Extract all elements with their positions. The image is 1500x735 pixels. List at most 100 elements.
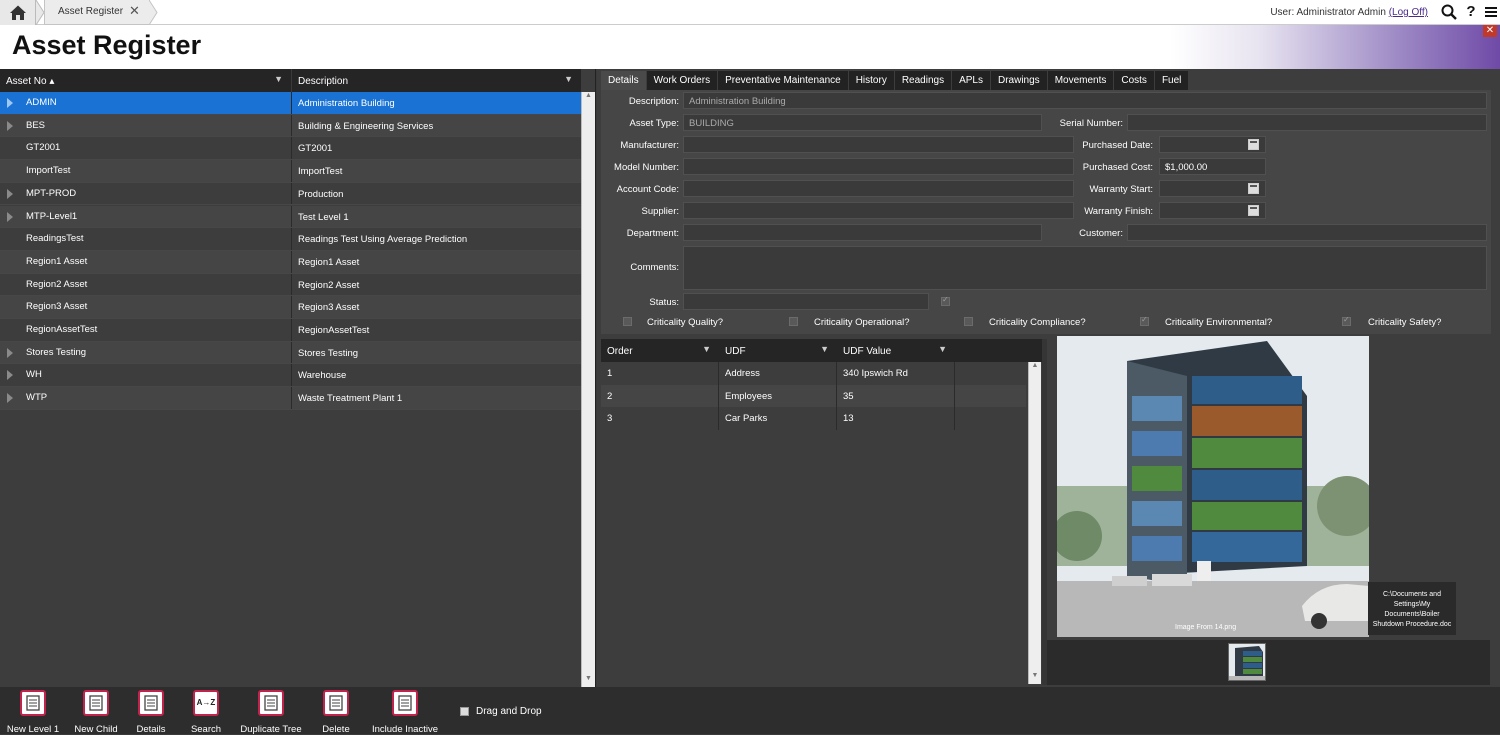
tab-history[interactable]: History xyxy=(848,71,894,90)
criticality-checkbox[interactable] xyxy=(964,317,973,326)
image-thumbnail[interactable] xyxy=(1228,643,1266,681)
delete-icon xyxy=(323,690,349,716)
tree-row[interactable]: RegionAssetTest RegionAssetTest xyxy=(0,319,581,342)
status-checkbox[interactable] xyxy=(941,295,950,306)
breadcrumb-tab[interactable]: Asset Register ✕ xyxy=(44,0,150,25)
criticality-checkbox[interactable] xyxy=(1342,315,1351,326)
tree-row[interactable]: ImportTest ImportTest xyxy=(0,160,581,183)
model-number-field[interactable] xyxy=(683,158,1074,175)
udf-row[interactable]: 3 Car Parks 13 xyxy=(601,407,1026,431)
scroll-down-icon[interactable]: ▼ xyxy=(1029,672,1041,684)
status-label: Status: xyxy=(649,297,679,308)
expand-icon[interactable] xyxy=(7,370,13,381)
tree-row[interactable]: ReadingsTest Readings Test Using Average … xyxy=(0,228,581,251)
tab-drawings[interactable]: Drawings xyxy=(991,71,1047,90)
calendar-icon[interactable] xyxy=(1248,183,1259,194)
asset-description: Building & Engineering Services xyxy=(291,114,581,137)
close-page-icon[interactable]: ✕ xyxy=(1483,25,1497,37)
serial-number-field[interactable] xyxy=(1127,114,1487,131)
expand-icon[interactable] xyxy=(7,98,13,108)
calendar-icon[interactable] xyxy=(1248,205,1259,216)
department-field[interactable] xyxy=(683,224,1042,241)
asset-description: Warehouse xyxy=(291,364,581,387)
scroll-down-icon[interactable]: ▼ xyxy=(582,675,595,687)
tree-row[interactable]: GT2001 GT2001 xyxy=(0,137,581,161)
tree-row[interactable]: Stores Testing Stores Testing xyxy=(0,341,581,365)
tab-costs[interactable]: Costs xyxy=(1114,71,1154,90)
tree-row[interactable]: ADMIN Administration Building xyxy=(0,92,581,115)
expand-icon[interactable] xyxy=(7,188,13,199)
tree-row[interactable]: Region1 Asset Region1 Asset xyxy=(0,250,581,274)
udf-scrollbar[interactable]: ▲ ▼ xyxy=(1028,362,1041,684)
comments-textarea[interactable] xyxy=(683,246,1487,290)
drag-drop-checkbox[interactable] xyxy=(460,707,469,716)
chevron-down-icon[interactable]: ▼ xyxy=(938,344,947,354)
tab-fuel[interactable]: Fuel xyxy=(1154,71,1189,90)
new-level-icon xyxy=(20,690,46,716)
delete-button[interactable]: Delete xyxy=(296,690,376,735)
close-tab-icon[interactable]: ✕ xyxy=(129,3,140,19)
manufacturer-field[interactable] xyxy=(683,136,1074,153)
asset-type-field[interactable]: BUILDING xyxy=(683,114,1042,131)
supplier-field[interactable] xyxy=(683,202,1074,219)
expand-icon[interactable] xyxy=(7,120,13,131)
warranty-finish-field[interactable] xyxy=(1159,202,1266,219)
menu-icon[interactable] xyxy=(1482,3,1500,21)
tree-row[interactable]: Region2 Asset Region2 Asset xyxy=(0,273,581,297)
help-icon[interactable]: ? xyxy=(1462,3,1480,21)
button-label: Delete xyxy=(322,724,350,735)
scroll-up-icon[interactable]: ▲ xyxy=(582,92,595,104)
calendar-icon[interactable] xyxy=(1248,139,1259,150)
sort-search-icon: A→Z xyxy=(193,690,219,716)
asset-description: Readings Test Using Average Prediction xyxy=(291,228,581,250)
logoff-link[interactable]: (Log Off) xyxy=(1389,7,1428,18)
scroll-up-icon[interactable]: ▲ xyxy=(1029,362,1041,374)
asset-no: MTP-Level1 xyxy=(26,210,78,222)
warranty-start-field[interactable] xyxy=(1159,180,1266,197)
column-header-description[interactable]: Description ▼ xyxy=(291,69,581,92)
criticality-checkbox[interactable] xyxy=(623,317,632,326)
include-inactive-button[interactable]: Include Inactive xyxy=(365,690,445,735)
tree-row[interactable]: Region3 Asset Region3 Asset xyxy=(0,296,581,319)
purchased-cost-field[interactable]: $1,000.00 xyxy=(1159,158,1266,175)
column-header-asset-no[interactable]: Asset No ▴ ▼ xyxy=(0,69,291,92)
chevron-down-icon[interactable]: ▼ xyxy=(702,344,711,354)
column-header-udf-value[interactable]: UDF Value ▼ xyxy=(837,339,955,362)
purchased-date-field[interactable] xyxy=(1159,136,1266,153)
tree-row[interactable]: MTP-Level1 Test Level 1 xyxy=(0,205,581,229)
tab-work-orders[interactable]: Work Orders xyxy=(646,71,718,90)
chevron-down-icon[interactable]: ▼ xyxy=(820,344,829,354)
home-button[interactable] xyxy=(0,0,36,25)
udf-row[interactable]: 2 Employees 35 xyxy=(601,384,1026,408)
tab-details[interactable]: Details xyxy=(601,71,646,90)
column-label: Description xyxy=(298,76,349,87)
customer-field[interactable] xyxy=(1127,224,1487,241)
description-field[interactable]: Administration Building xyxy=(683,92,1487,109)
account-code-field[interactable] xyxy=(683,180,1074,197)
tree-scrollbar[interactable]: ▲ ▼ xyxy=(581,92,595,687)
criticality-checkbox[interactable] xyxy=(789,317,798,326)
tree-row[interactable]: BES Building & Engineering Services xyxy=(0,114,581,138)
criticality-checkbox[interactable] xyxy=(1140,315,1149,326)
tree-row[interactable]: WTP Waste Treatment Plant 1 xyxy=(0,387,581,410)
expand-icon[interactable] xyxy=(7,347,13,358)
chevron-down-icon[interactable]: ▼ xyxy=(274,74,283,84)
chevron-down-icon[interactable]: ▼ xyxy=(564,74,573,84)
search-icon[interactable] xyxy=(1440,3,1458,21)
tab-preventative-maintenance[interactable]: Preventative Maintenance xyxy=(718,71,848,90)
tab-readings[interactable]: Readings xyxy=(894,71,952,90)
column-header-udf[interactable]: UDF ▼ xyxy=(719,339,837,362)
asset-description: Administration Building xyxy=(291,92,581,114)
tab-movements[interactable]: Movements xyxy=(1047,71,1114,90)
tree-row[interactable]: WH Warehouse xyxy=(0,364,581,388)
expand-icon[interactable] xyxy=(7,211,13,222)
tree-row[interactable]: MPT-PROD Production xyxy=(0,182,581,206)
column-header-order[interactable]: Order ▼ xyxy=(601,339,719,362)
tab-apls[interactable]: APLs xyxy=(952,71,990,90)
udf-row[interactable]: 1 Address 340 Ipswich Rd xyxy=(601,362,1026,385)
udf-value-cell: 340 Ipswich Rd xyxy=(837,362,955,385)
expand-icon[interactable] xyxy=(7,393,13,404)
status-field[interactable] xyxy=(683,293,929,310)
asset-no-cell: Region2 Asset xyxy=(0,274,291,296)
building-image[interactable]: Image From 14.png xyxy=(1057,336,1369,637)
